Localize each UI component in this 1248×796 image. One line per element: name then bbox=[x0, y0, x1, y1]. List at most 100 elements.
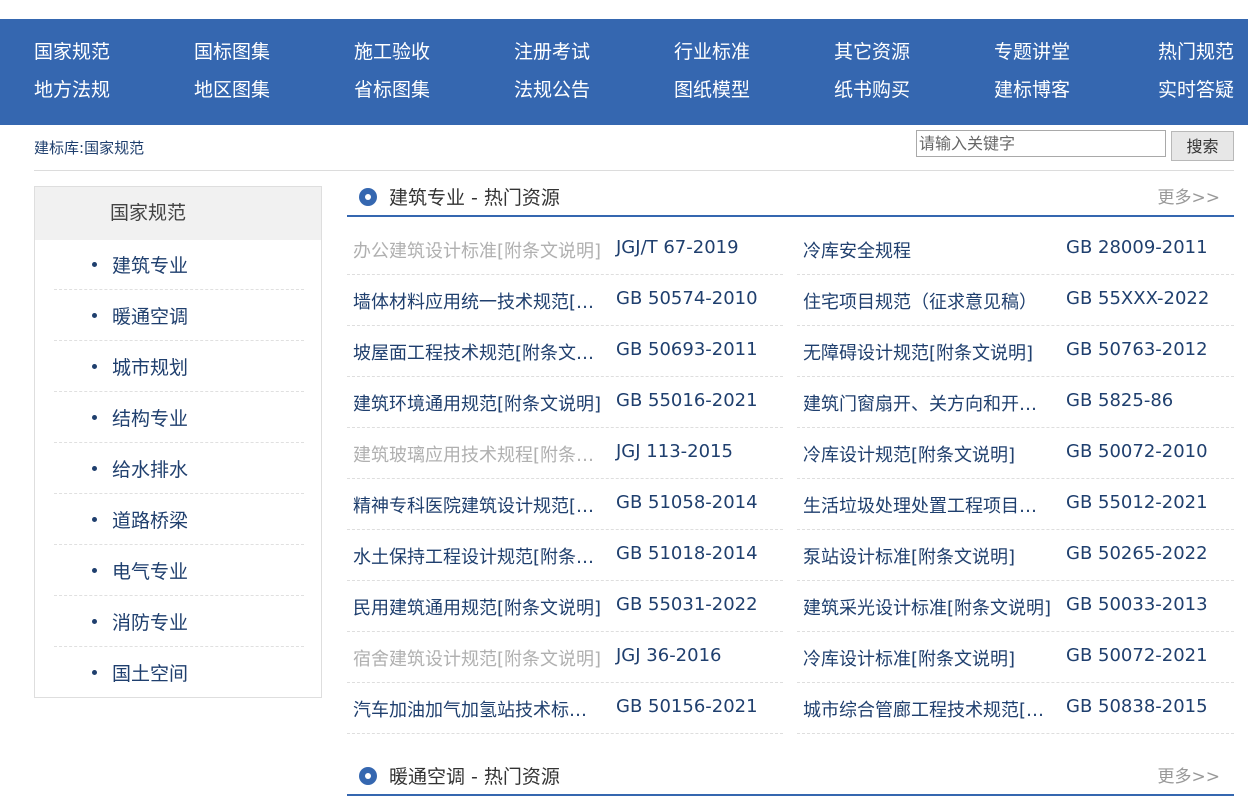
resource-item[interactable]: 建筑玻璃应用技术规程[附条文说明] JGJ 113-2015 bbox=[347, 428, 783, 479]
nav-link-popular-codes[interactable]: 热门规范 bbox=[1158, 37, 1234, 64]
nav-link-buy-books[interactable]: 纸书购买 bbox=[834, 75, 910, 102]
nav-row-2: 地方法规 地区图集 省标图集 法规公告 图纸模型 纸书购买 建标博客 实时答疑 bbox=[0, 75, 1248, 107]
sidebar-item-structure[interactable]: 结构专业 bbox=[54, 393, 304, 443]
resource-item[interactable]: 无障碍设计规范[附条文说明] GB 50763-2012 bbox=[797, 326, 1234, 377]
search-input[interactable] bbox=[916, 130, 1166, 157]
resource-item[interactable]: 民用建筑通用规范[附条文说明] GB 55031-2022 bbox=[347, 581, 783, 632]
resource-title-link[interactable]: 建筑环境通用规范[附条文说明] bbox=[353, 390, 603, 416]
resource-item[interactable]: 墙体材料应用统一技术规范[附条文说明] GB 50574-2010 bbox=[347, 275, 783, 326]
resource-item[interactable]: 宿舍建筑设计规范[附条文说明] JGJ 36-2016 bbox=[347, 632, 783, 683]
resource-title-link[interactable]: 民用建筑通用规范[附条文说明] bbox=[353, 594, 603, 620]
nav-link-live-qa[interactable]: 实时答疑 bbox=[1158, 75, 1234, 102]
resource-title-link[interactable]: 墙体材料应用统一技术规范[附条文说明] bbox=[353, 288, 603, 314]
sidebar-item-urban-planning[interactable]: 城市规划 bbox=[54, 342, 304, 392]
nav-link-construction-acceptance[interactable]: 施工验收 bbox=[354, 37, 430, 64]
resource-item[interactable]: 建筑环境通用规范[附条文说明] GB 55016-2021 bbox=[347, 377, 783, 428]
nav-link-topic-lectures[interactable]: 专题讲堂 bbox=[994, 37, 1070, 64]
sidebar-item-label: 城市规划 bbox=[112, 357, 189, 379]
bullet-icon bbox=[92, 262, 97, 267]
sidebar-item-label: 建筑专业 bbox=[112, 255, 189, 277]
section-header-hvac: 暖通空调 - 热门资源 更多>> bbox=[347, 758, 1234, 796]
resource-title-link[interactable]: 冷库安全规程 bbox=[803, 237, 1053, 263]
resource-title-link[interactable]: 冷库设计标准[附条文说明] bbox=[803, 645, 1053, 671]
sidebar-item-label: 道路桥梁 bbox=[112, 510, 189, 532]
nav-link-regional-atlas[interactable]: 地区图集 bbox=[194, 75, 270, 102]
sidebar-item-electrical[interactable]: 电气专业 bbox=[54, 546, 304, 596]
nav-link-industry-standards[interactable]: 行业标准 bbox=[674, 37, 750, 64]
resource-item[interactable]: 精神专科医院建筑设计规范[附条文说明] GB 51058-2014 bbox=[347, 479, 783, 530]
resource-item[interactable]: 水土保持工程设计规范[附条文说明] GB 51018-2014 bbox=[347, 530, 783, 581]
resource-item[interactable]: 住宅项目规范（征求意见稿） GB 55XXX-2022 bbox=[797, 275, 1234, 326]
top-navigation: 国家规范 国标图集 施工验收 注册考试 行业标准 其它资源 专题讲堂 热门规范 … bbox=[0, 19, 1248, 125]
resource-title-link[interactable]: 宿舍建筑设计规范[附条文说明] bbox=[353, 645, 603, 671]
resource-item[interactable]: 汽车加油加气加氢站技术标准[附条文说明] GB 50156-2021 bbox=[347, 683, 783, 734]
breadcrumb: 建标库:国家规范 bbox=[34, 137, 144, 158]
resource-code: GB 50033-2013 bbox=[1066, 594, 1208, 615]
sidebar-item-roads-bridges[interactable]: 道路桥梁 bbox=[54, 495, 304, 545]
resource-title-link[interactable]: 水土保持工程设计规范[附条文说明] bbox=[353, 543, 603, 569]
breadcrumb-current[interactable]: 国家规范 bbox=[84, 139, 144, 157]
resource-item[interactable]: 冷库设计规范[附条文说明] GB 50072-2010 bbox=[797, 428, 1234, 479]
resource-item[interactable]: 建筑采光设计标准[附条文说明] GB 50033-2013 bbox=[797, 581, 1234, 632]
sidebar-item-water-drainage[interactable]: 给水排水 bbox=[54, 444, 304, 494]
resource-title-link[interactable]: 办公建筑设计标准[附条文说明] bbox=[353, 237, 603, 263]
more-link[interactable]: 更多>> bbox=[1158, 762, 1221, 787]
bullet-icon bbox=[92, 415, 97, 420]
breadcrumb-bar: 建标库:国家规范 搜索 bbox=[34, 130, 1234, 171]
resource-title-link[interactable]: 冷库设计规范[附条文说明] bbox=[803, 441, 1053, 467]
section-header-architecture: 建筑专业 - 热门资源 更多>> bbox=[347, 179, 1234, 217]
resource-item[interactable]: 冷库安全规程 GB 28009-2011 bbox=[797, 224, 1234, 275]
resource-title-link[interactable]: 城市综合管廊工程技术规范[附条文说明] bbox=[803, 696, 1053, 722]
resource-item[interactable]: 建筑门窗扇开、关方向和开、关面的标注 GB 5825-86 bbox=[797, 377, 1234, 428]
resource-title-link[interactable]: 生活垃圾处理处置工程项目规范 bbox=[803, 492, 1053, 518]
bullet-icon bbox=[92, 364, 97, 369]
resource-title-link[interactable]: 坡屋面工程技术规范[附条文说明] bbox=[353, 339, 603, 365]
resource-code: GB 50072-2021 bbox=[1066, 645, 1208, 666]
sidebar-item-fire-protection[interactable]: 消防专业 bbox=[54, 597, 304, 647]
resource-code: GB 55016-2021 bbox=[616, 390, 758, 411]
resource-item[interactable]: 冷库设计标准[附条文说明] GB 50072-2021 bbox=[797, 632, 1234, 683]
nav-link-regulation-notices[interactable]: 法规公告 bbox=[514, 75, 590, 102]
resource-title-link[interactable]: 泵站设计标准[附条文说明] bbox=[803, 543, 1053, 569]
nav-link-registration-exam[interactable]: 注册考试 bbox=[514, 37, 590, 64]
bullet-icon bbox=[92, 517, 97, 522]
more-link[interactable]: 更多>> bbox=[1158, 183, 1221, 208]
nav-link-provincial-atlas[interactable]: 省标图集 bbox=[354, 75, 430, 102]
resource-title-link[interactable]: 建筑采光设计标准[附条文说明] bbox=[803, 594, 1053, 620]
sidebar-item-hvac[interactable]: 暖通空调 bbox=[54, 291, 304, 341]
nav-link-local-regulations[interactable]: 地方法规 bbox=[34, 75, 110, 102]
sidebar-title: 国家规范 bbox=[35, 187, 321, 240]
resource-title-link[interactable]: 汽车加油加气加氢站技术标准[附条文说明] bbox=[353, 696, 603, 722]
resource-code: GB 51018-2014 bbox=[616, 543, 758, 564]
search-button[interactable]: 搜索 bbox=[1171, 131, 1234, 161]
resource-title-link[interactable]: 住宅项目规范（征求意见稿） bbox=[803, 288, 1053, 314]
resource-title-link[interactable]: 建筑门窗扇开、关方向和开、关面的标注 bbox=[803, 390, 1053, 416]
nav-link-national-atlas[interactable]: 国标图集 bbox=[194, 37, 270, 64]
bullet-icon bbox=[92, 619, 97, 624]
resource-title-link[interactable]: 无障碍设计规范[附条文说明] bbox=[803, 339, 1053, 365]
resource-code: GB 51058-2014 bbox=[616, 492, 758, 513]
resource-title-link[interactable]: 建筑玻璃应用技术规程[附条文说明] bbox=[353, 441, 603, 467]
resource-item[interactable]: 生活垃圾处理处置工程项目规范 GB 55012-2021 bbox=[797, 479, 1234, 530]
nav-link-blog[interactable]: 建标博客 bbox=[994, 75, 1070, 102]
category-sidebar: 国家规范 建筑专业 暖通空调 城市规划 结构专业 给水排水 道路桥梁 电气专业 … bbox=[34, 186, 322, 698]
resource-item[interactable]: 城市综合管廊工程技术规范[附条文说明] GB 50838-2015 bbox=[797, 683, 1234, 734]
resource-item[interactable]: 办公建筑设计标准[附条文说明] JGJ/T 67-2019 bbox=[347, 224, 783, 275]
sidebar-item-land-space[interactable]: 国土空间 bbox=[54, 648, 304, 698]
resource-code: GB 50574-2010 bbox=[616, 288, 758, 309]
resource-code: GB 55031-2022 bbox=[616, 594, 758, 615]
resource-title-link[interactable]: 精神专科医院建筑设计规范[附条文说明] bbox=[353, 492, 603, 518]
nav-link-national-codes[interactable]: 国家规范 bbox=[34, 37, 110, 64]
bullet-icon bbox=[92, 670, 97, 675]
resource-item[interactable]: 泵站设计标准[附条文说明] GB 50265-2022 bbox=[797, 530, 1234, 581]
breadcrumb-root[interactable]: 建标库: bbox=[34, 139, 84, 157]
radio-circle-icon bbox=[359, 188, 377, 206]
resource-code: GB 50763-2012 bbox=[1066, 339, 1208, 360]
resource-item[interactable]: 坡屋面工程技术规范[附条文说明] GB 50693-2011 bbox=[347, 326, 783, 377]
resource-code: JGJ 36-2016 bbox=[616, 645, 722, 666]
nav-link-drawing-models[interactable]: 图纸模型 bbox=[674, 75, 750, 102]
nav-link-other-resources[interactable]: 其它资源 bbox=[834, 37, 910, 64]
sidebar-item-architecture[interactable]: 建筑专业 bbox=[54, 240, 304, 290]
bullet-icon bbox=[92, 568, 97, 573]
bullet-icon bbox=[92, 466, 97, 471]
